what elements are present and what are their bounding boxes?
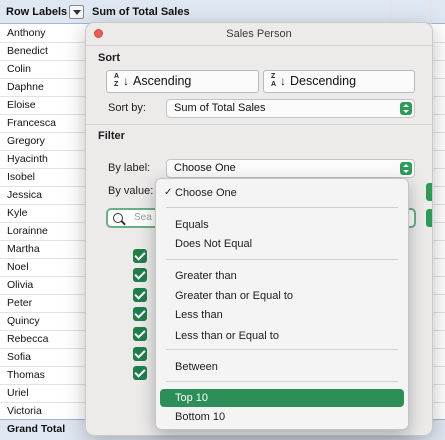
row-label-cell[interactable]: Sofia xyxy=(0,348,86,366)
grand-total-label: Grand Total xyxy=(7,423,66,435)
row-label-cell[interactable]: Jessica xyxy=(0,186,86,204)
menu-item-greater-than[interactable]: Greater than xyxy=(160,267,404,285)
row-label-cell[interactable]: Olivia xyxy=(0,276,86,294)
menu-item-does-not-equal[interactable]: Does Not Equal xyxy=(160,235,404,253)
sum-total-sales-header: Sum of Total Sales xyxy=(92,6,190,18)
item-checkbox[interactable] xyxy=(133,249,147,263)
sort-ascending-icon: A Z ↓ xyxy=(114,73,129,88)
row-label-cell[interactable]: Hyacinth xyxy=(0,150,86,168)
sort-descending-icon: Z A ↓ xyxy=(271,73,286,88)
row-labels-filter-button[interactable] xyxy=(69,5,84,19)
row-label-cell[interactable]: Daphne xyxy=(0,78,86,96)
sort-ascending-button[interactable]: A Z ↓ Ascending xyxy=(106,70,259,93)
item-checkbox[interactable] xyxy=(133,347,147,361)
row-label-cell[interactable]: Benedict xyxy=(0,42,86,60)
row-label-cell[interactable]: Quincy xyxy=(0,312,86,330)
sort-descending-button[interactable]: Z A ↓ Descending xyxy=(263,70,415,93)
menu-item-between[interactable]: Between xyxy=(160,358,404,376)
popover-title: Sales Person xyxy=(226,28,292,40)
row-label-cell[interactable]: Anthony xyxy=(0,24,86,42)
menu-item-top-10[interactable]: Top 10 xyxy=(160,389,404,407)
search-icon xyxy=(113,213,123,223)
row-label-cell[interactable]: Martha xyxy=(0,240,86,258)
menu-item-less-than-or-equal[interactable]: Less than or Equal to xyxy=(160,327,404,345)
item-checkbox[interactable] xyxy=(133,268,147,282)
row-label-cell[interactable]: Victoria xyxy=(0,402,86,420)
row-label-cell[interactable]: Rebecca xyxy=(0,330,86,348)
checkmark-icon: ✓ xyxy=(164,187,173,198)
row-labels-header: Row Labels xyxy=(6,6,68,18)
row-label-cell[interactable]: Colin xyxy=(0,60,86,78)
item-checkbox[interactable] xyxy=(133,307,147,321)
row-label-cell[interactable]: Gregory xyxy=(0,132,86,150)
sort-heading: Sort xyxy=(98,52,120,64)
row-label-cell[interactable]: Kyle xyxy=(0,204,86,222)
menu-item-equals[interactable]: Equals xyxy=(160,216,404,234)
by-label-select[interactable]: Choose One xyxy=(166,159,415,178)
menu-item-greater-than-or-equal[interactable]: Greater than or Equal to xyxy=(160,287,404,305)
item-checkbox[interactable] xyxy=(133,366,147,380)
row-label-cell[interactable]: Eloise xyxy=(0,96,86,114)
row-label-cell[interactable]: Francesca xyxy=(0,114,86,132)
row-label-cell[interactable]: Uriel xyxy=(0,384,86,402)
by-value-dropdown-menu: ✓ Choose One Equals Does Not Equal Great… xyxy=(155,178,409,430)
row-label-cell[interactable]: Thomas xyxy=(0,366,86,384)
filter-heading: Filter xyxy=(98,130,125,142)
search-input[interactable]: Sea xyxy=(134,212,152,223)
by-label-label: By label: xyxy=(108,162,151,174)
chevron-updown-icon xyxy=(400,162,412,175)
chevron-updown-icon xyxy=(400,102,412,115)
sort-by-label: Sort by: xyxy=(108,102,146,114)
row-label-cell[interactable]: Isobel xyxy=(0,168,86,186)
menu-item-bottom-10[interactable]: Bottom 10 xyxy=(160,408,404,426)
row-label-cell[interactable]: Peter xyxy=(0,294,86,312)
row-label-cell[interactable]: Lorainne xyxy=(0,222,86,240)
sort-by-select[interactable]: Sum of Total Sales xyxy=(166,99,415,118)
row-label-cell[interactable]: Noel xyxy=(0,258,86,276)
by-value-label: By value: xyxy=(108,185,154,197)
item-checkbox[interactable] xyxy=(133,288,147,302)
item-checkbox[interactable] xyxy=(133,327,147,341)
menu-item-less-than[interactable]: Less than xyxy=(160,306,404,324)
menu-item-choose-one[interactable]: ✓ Choose One xyxy=(160,184,404,202)
